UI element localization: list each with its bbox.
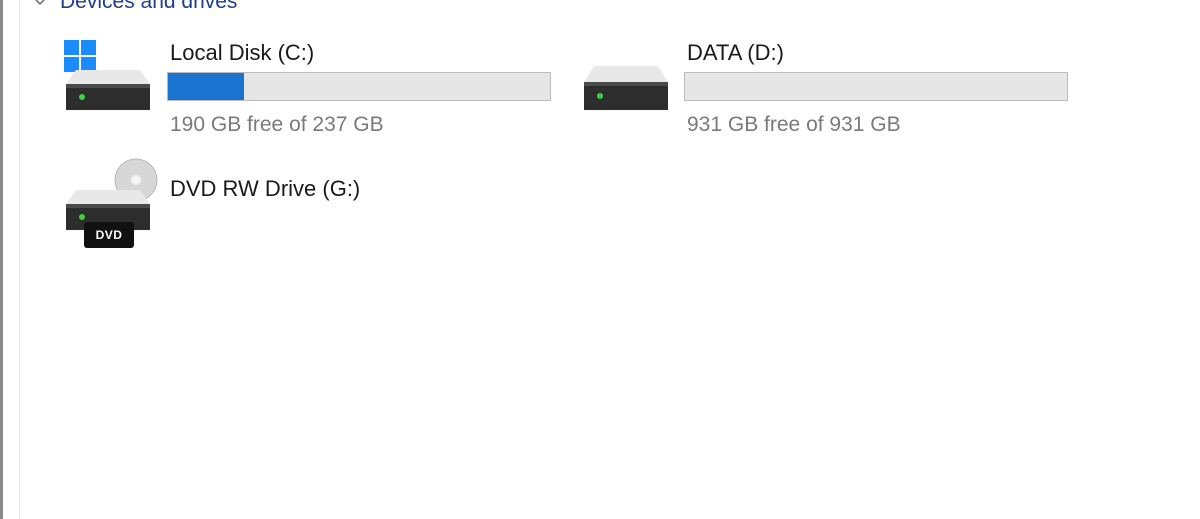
drive-usage-bar [684, 72, 1068, 101]
windows-system-drive-icon [64, 40, 150, 110]
drive-tile-c[interactable]: Local Disk (C:) 190 GB free of 237 GB [0, 0, 580, 150]
drive-tile-d[interactable]: DATA (D:) 931 GB free of 931 GB [580, 0, 1100, 150]
drive-usage-bar [167, 72, 551, 101]
hard-drive-icon [584, 66, 668, 110]
drive-free-space: 931 GB free of 931 GB [687, 113, 901, 136]
drive-name: DVD RW Drive (G:) [170, 176, 361, 201]
file-explorer-content: Devices and drives Local Disk (C:) 190 G… [0, 0, 1200, 519]
drive-tile-g[interactable]: DVD DVD RW Drive (G:) [0, 150, 580, 260]
drive-name: Local Disk (C:) [170, 40, 315, 65]
drive-free-space: 190 GB free of 237 GB [170, 113, 384, 136]
drive-usage-fill [168, 73, 244, 100]
dvd-badge: DVD [84, 222, 134, 248]
drive-name: DATA (D:) [687, 40, 784, 65]
